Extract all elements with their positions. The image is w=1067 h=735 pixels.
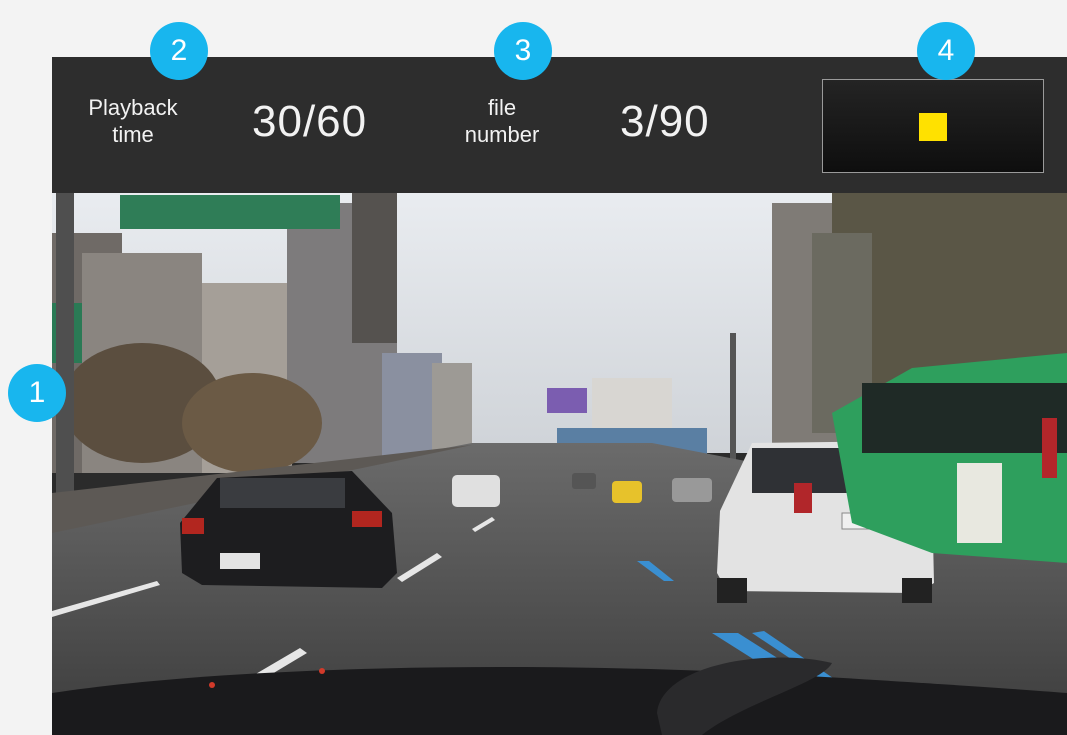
playback-time-value: 30/60 [252, 97, 368, 146]
playback-info-bar: Playback time 30/60 file number 3/90 [52, 57, 1067, 193]
playback-time-label-line2: time [112, 122, 154, 147]
video-playback-view[interactable] [52, 193, 1067, 735]
playback-time-label-line1: Playback [88, 95, 178, 120]
file-number-label-line1: file [487, 95, 517, 120]
callout-marker-3: 3 [494, 22, 552, 80]
callout-marker-1: 1 [8, 364, 66, 422]
file-number-label-line2: number [464, 122, 540, 147]
callout-marker-2: 2 [150, 22, 208, 80]
playback-time-label: Playback time [74, 94, 192, 148]
dashcam-screen: Playback time 30/60 file number 3/90 [52, 57, 1067, 735]
file-number-label: file number [442, 94, 562, 148]
callout-marker-4: 4 [917, 22, 975, 80]
stop-icon [919, 113, 947, 141]
stop-button[interactable] [822, 79, 1044, 173]
file-number-value: 3/90 [620, 97, 710, 146]
